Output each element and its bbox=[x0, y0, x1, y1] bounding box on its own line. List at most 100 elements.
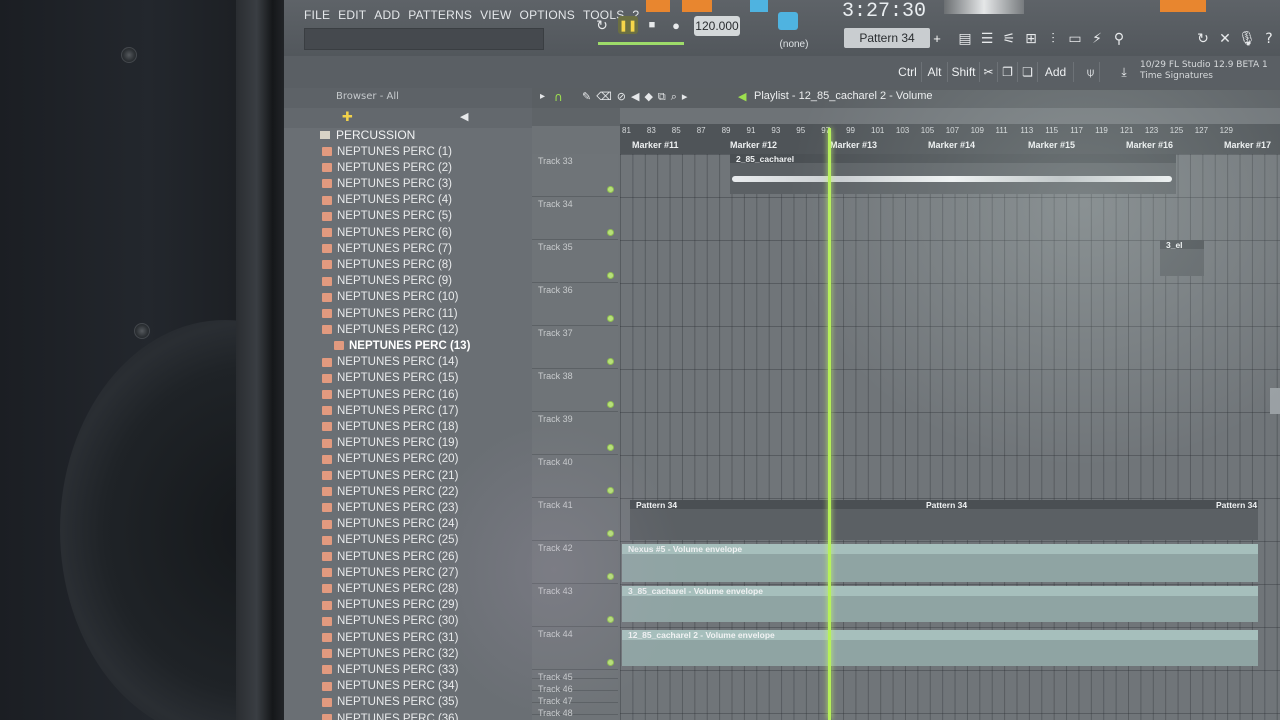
stop-button[interactable]: ■ bbox=[642, 16, 662, 34]
help-icon[interactable]: ? bbox=[1260, 30, 1278, 48]
menu-file[interactable]: FILE bbox=[304, 8, 330, 26]
timeline-marker[interactable]: Marker #16 bbox=[1126, 140, 1173, 150]
touch-controller-icon[interactable]: ⚲ bbox=[1110, 30, 1128, 48]
pattern-selector[interactable]: Pattern 34 bbox=[844, 28, 930, 48]
sample-item[interactable]: NEPTUNES PERC (23) bbox=[322, 500, 458, 515]
track-header[interactable]: Track 43 bbox=[532, 584, 618, 627]
track-enable-icon[interactable] bbox=[607, 401, 614, 408]
track-enable-icon[interactable] bbox=[607, 487, 614, 494]
track-header[interactable]: Track 34 bbox=[532, 197, 618, 240]
sample-item[interactable]: NEPTUNES PERC (10) bbox=[322, 290, 458, 305]
cut-icon[interactable]: ✂ bbox=[980, 62, 998, 82]
sample-item[interactable]: NEPTUNES PERC (33) bbox=[322, 662, 458, 677]
browser-icon[interactable]: ▭ bbox=[1066, 30, 1084, 48]
sample-item[interactable]: NEPTUNES PERC (36) bbox=[322, 711, 458, 720]
speaker-icon[interactable]: ◀ bbox=[460, 110, 468, 123]
track-header[interactable]: Track 48 bbox=[532, 706, 618, 718]
link-toggle[interactable] bbox=[750, 0, 768, 12]
master-volume-slider[interactable] bbox=[598, 42, 684, 45]
piano-roll-icon[interactable]: ☰ bbox=[978, 30, 996, 48]
automation-clip[interactable]: Nexus #5 - Volume envelope bbox=[622, 544, 1258, 582]
sample-item[interactable]: NEPTUNES PERC (35) bbox=[322, 695, 458, 710]
menu-patterns[interactable]: PATTERNS bbox=[408, 8, 472, 26]
sample-item[interactable]: NEPTUNES PERC (21) bbox=[322, 468, 458, 483]
add-button[interactable]: Add bbox=[1038, 62, 1074, 82]
sample-item[interactable]: NEPTUNES PERC (2) bbox=[322, 160, 452, 175]
track-enable-icon[interactable] bbox=[607, 315, 614, 322]
arrow-icon[interactable]: ▸ bbox=[540, 91, 545, 102]
tempo-display[interactable]: 120.000 bbox=[694, 16, 740, 36]
ctrl-key-button[interactable]: Ctrl bbox=[894, 62, 922, 82]
track-enable-icon[interactable] bbox=[607, 659, 614, 666]
sample-item[interactable]: NEPTUNES PERC (16) bbox=[322, 387, 458, 402]
sample-item[interactable]: NEPTUNES PERC (31) bbox=[322, 630, 458, 645]
plugin-picker-icon[interactable]: ⚡ bbox=[1088, 30, 1106, 48]
track-enable-icon[interactable] bbox=[607, 186, 614, 193]
sample-item[interactable]: NEPTUNES PERC (3) bbox=[322, 176, 452, 191]
track-header[interactable]: Track 40 bbox=[532, 455, 618, 498]
timeline-marker[interactable]: Marker #12 bbox=[730, 140, 777, 150]
track-enable-icon[interactable] bbox=[607, 229, 614, 236]
sample-item[interactable]: NEPTUNES PERC (26) bbox=[322, 549, 458, 564]
audio-clip[interactable]: 3_el bbox=[1160, 240, 1204, 276]
pattern-song-toggle[interactable] bbox=[646, 0, 670, 12]
sample-item[interactable]: NEPTUNES PERC (6) bbox=[322, 225, 452, 240]
track-header[interactable]: Track 37 bbox=[532, 326, 618, 369]
alt-key-button[interactable]: Alt bbox=[922, 62, 948, 82]
download-icon[interactable]: ⤓ bbox=[1114, 62, 1134, 82]
copy-icon[interactable]: ❐ bbox=[998, 62, 1018, 82]
magnet-icon[interactable]: ∩ bbox=[554, 90, 563, 104]
track-enable-icon[interactable] bbox=[607, 573, 614, 580]
record-button[interactable]: ● bbox=[666, 16, 686, 34]
timeline-marker[interactable]: Marker #17 bbox=[1224, 140, 1271, 150]
refresh-icon[interactable]: ↻ bbox=[1194, 30, 1212, 48]
metronome-toggle[interactable] bbox=[682, 0, 712, 12]
track-header[interactable]: Track 46 bbox=[532, 682, 618, 694]
sample-item[interactable]: NEPTUNES PERC (13) bbox=[334, 338, 470, 353]
tools-icon[interactable]: ✕ bbox=[1216, 30, 1234, 48]
mixer-icon[interactable]: ⫶ bbox=[1044, 30, 1062, 48]
track-header[interactable]: Track 39 bbox=[532, 412, 618, 455]
sample-item[interactable]: NEPTUNES PERC (11) bbox=[322, 306, 458, 321]
playlist-grid[interactable]: 2_85_cacharel 3_el Pattern 34 Pattern 34 Pat… bbox=[620, 154, 1280, 720]
sample-item[interactable]: NEPTUNES PERC (34) bbox=[322, 679, 458, 694]
timeline-marker[interactable]: Marker #13 bbox=[830, 140, 877, 150]
folder-percussion[interactable]: PERCUSSION bbox=[320, 128, 415, 142]
track-enable-icon[interactable] bbox=[607, 358, 614, 365]
track-header[interactable]: Track 35 bbox=[532, 240, 618, 283]
automation-clip[interactable]: 12_85_cacharel 2 - Volume envelope bbox=[622, 630, 1258, 666]
audio-clip[interactable]: 2_85_cacharel bbox=[730, 154, 1176, 194]
add-pattern-button[interactable]: + bbox=[930, 28, 944, 48]
track-enable-icon[interactable] bbox=[607, 530, 614, 537]
track-header[interactable]: Track 47 bbox=[532, 694, 618, 706]
sample-item[interactable]: NEPTUNES PERC (24) bbox=[322, 517, 458, 532]
playhead[interactable] bbox=[828, 128, 831, 720]
sample-item[interactable]: NEPTUNES PERC (9) bbox=[322, 274, 452, 289]
loop-record-icon[interactable]: ↻ bbox=[592, 16, 612, 34]
track-header[interactable]: Track 45 bbox=[532, 670, 618, 682]
track-header[interactable]: Track 42 bbox=[532, 541, 618, 584]
snap-selector[interactable]: (none) bbox=[770, 36, 818, 52]
sample-item[interactable]: NEPTUNES PERC (4) bbox=[322, 193, 452, 208]
timeline-marker[interactable]: Marker #14 bbox=[928, 140, 975, 150]
menu-options[interactable]: OPTIONS bbox=[520, 8, 575, 26]
sample-item[interactable]: NEPTUNES PERC (1) bbox=[322, 144, 452, 159]
step-sequencer-icon[interactable]: ⚟ bbox=[1000, 30, 1018, 48]
sample-item[interactable]: NEPTUNES PERC (28) bbox=[322, 581, 458, 596]
sample-item[interactable]: NEPTUNES PERC (17) bbox=[322, 403, 458, 418]
pin-icon[interactable]: ⍦ bbox=[1082, 62, 1100, 82]
sample-item[interactable]: NEPTUNES PERC (5) bbox=[322, 209, 452, 224]
track-header[interactable]: Track 41 bbox=[532, 498, 618, 541]
sample-item[interactable]: NEPTUNES PERC (27) bbox=[322, 565, 458, 580]
vertical-scrollbar[interactable] bbox=[1270, 388, 1280, 414]
play-pause-button[interactable]: ❚❚ bbox=[618, 16, 638, 34]
sample-item[interactable]: NEPTUNES PERC (22) bbox=[322, 484, 458, 499]
microphone-icon[interactable]: 🎙 bbox=[1238, 30, 1256, 48]
menu-view[interactable]: VIEW bbox=[480, 8, 511, 26]
track-header[interactable]: Track 44 bbox=[532, 627, 618, 670]
track-header[interactable]: Track 36 bbox=[532, 283, 618, 326]
sample-item[interactable]: NEPTUNES PERC (18) bbox=[322, 419, 458, 434]
sample-item[interactable]: NEPTUNES PERC (7) bbox=[322, 241, 452, 256]
browser-add-icon[interactable]: ✚ bbox=[342, 110, 353, 125]
channel-rack-icon[interactable]: ⊞ bbox=[1022, 30, 1040, 48]
